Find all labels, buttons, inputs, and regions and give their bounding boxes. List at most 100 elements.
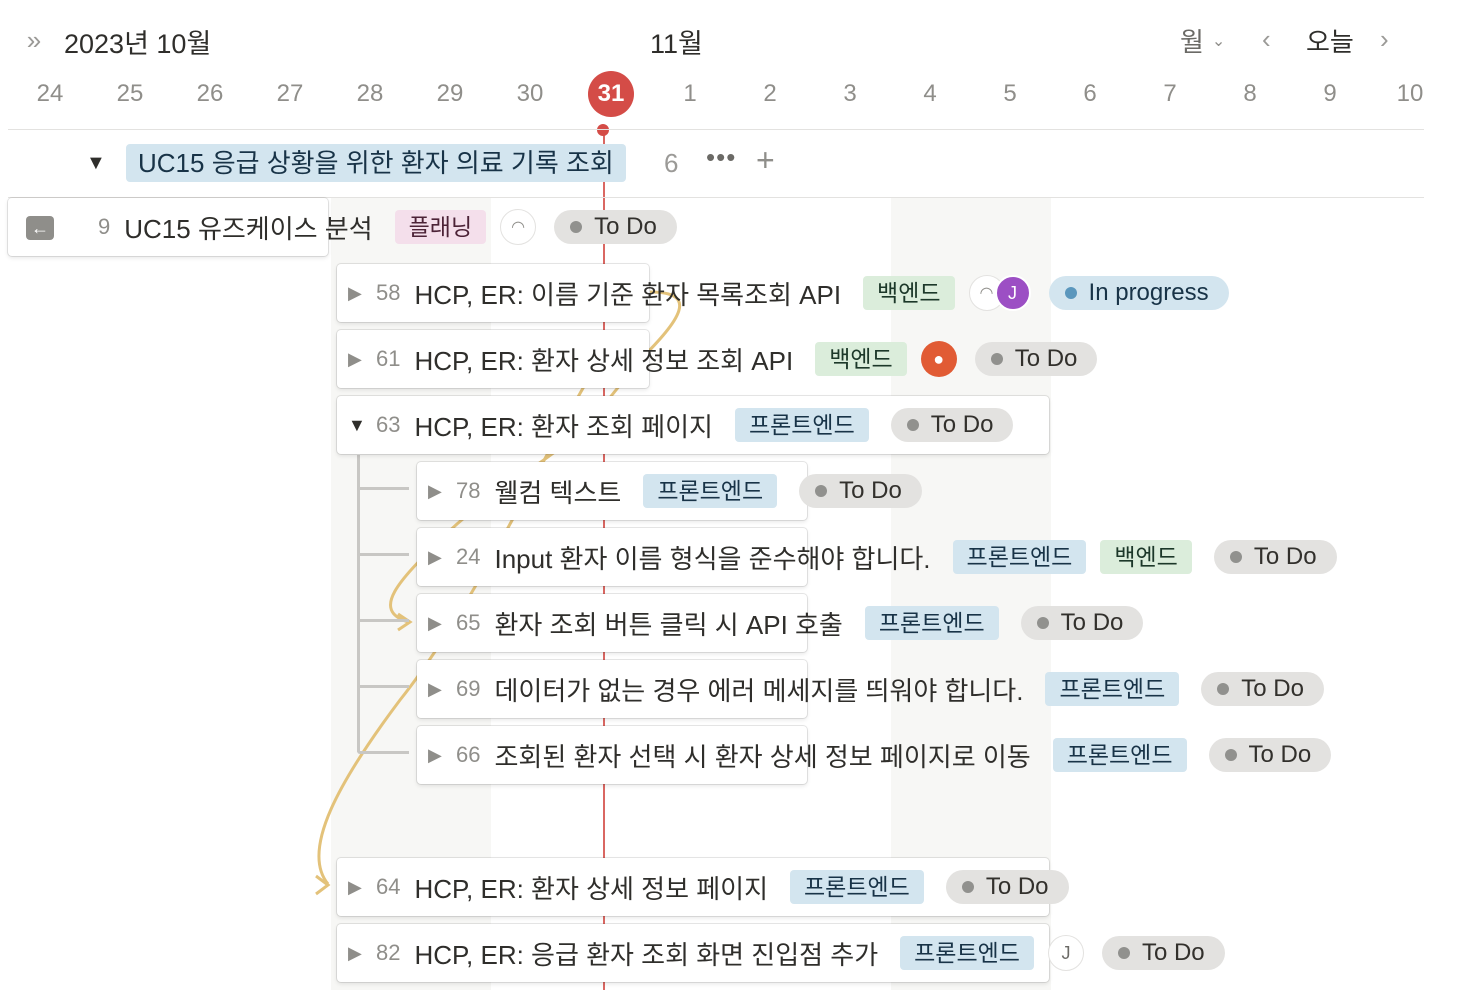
expand-triangle-icon[interactable]: ▶: [428, 745, 456, 766]
avatar: J: [994, 275, 1031, 311]
collapse-triangle-icon[interactable]: ▼: [348, 415, 376, 436]
task-number: 65: [456, 610, 481, 635]
task-title: Input 환자 이름 형식을 준수해야 합니다.: [494, 543, 931, 574]
task-row[interactable]: 9 UC15 유즈케이스 분석 플래닝 ◠ To Do: [98, 207, 677, 247]
dependency-arrowhead: [315, 874, 331, 896]
tag-frontend: 프론트엔드: [1052, 738, 1187, 772]
task-title: HCP, ER: 환자 상세 정보 조회 API: [414, 345, 794, 376]
task-number: 69: [456, 676, 481, 701]
back-arrow-icon[interactable]: ←: [26, 216, 54, 240]
tag-frontend: 프론트엔드: [734, 408, 869, 442]
task-title: HCP, ER: 환자 조회 페이지: [414, 411, 713, 442]
task-title: HCP, ER: 환자 상세 정보 페이지: [414, 873, 768, 904]
user-avatar-icon: ●: [920, 341, 957, 377]
task-row[interactable]: ▶ 65 환자 조회 버튼 클릭 시 API 호출 프론트엔드 To Do: [428, 603, 1144, 643]
status-badge[interactable]: To Do: [974, 342, 1098, 376]
task-title: UC15 유즈케이스 분석: [124, 213, 373, 244]
status-badge[interactable]: To Do: [890, 408, 1014, 442]
tag-frontend: 프론트엔드: [643, 474, 778, 508]
status-label: In progress: [1088, 279, 1209, 306]
avatar: J: [1047, 935, 1084, 971]
tag-frontend: 프론트엔드: [790, 870, 924, 904]
tag-backend: 백엔드: [863, 276, 955, 310]
status-badge[interactable]: To Do: [1020, 606, 1144, 640]
task-row[interactable]: ▶ 61 HCP, ER: 환자 상세 정보 조회 API 백엔드 ● To D…: [348, 339, 1098, 379]
tag-frontend: 프론트엔드: [1045, 672, 1180, 706]
status-dot-icon: [1036, 617, 1049, 629]
task-number: 64: [376, 874, 401, 899]
status-badge[interactable]: To Do: [1208, 738, 1332, 772]
task-number: 9: [98, 214, 111, 239]
task-title: HCP, ER: 응급 환자 조회 화면 진입점 추가: [414, 939, 879, 970]
status-dot-icon: [1064, 287, 1077, 299]
task-title: 데이터가 없는 경우 에러 메세지를 띄워야 합니다.: [494, 675, 1024, 706]
task-number: 63: [376, 412, 401, 437]
task-row[interactable]: ▶ 64 HCP, ER: 환자 상세 정보 페이지 프론트엔드 To Do: [348, 867, 1069, 907]
expand-triangle-icon[interactable]: ▶: [428, 547, 456, 568]
status-label: To Do: [930, 411, 994, 438]
task-row[interactable]: ▶ 78 웰컴 텍스트 프론트엔드 To Do: [428, 471, 922, 511]
status-dot-icon: [815, 485, 828, 497]
status-label: To Do: [1141, 939, 1205, 966]
task-row[interactable]: ▶ 69 데이터가 없는 경우 에러 메세지를 띄워야 합니다. 프론트엔드 T…: [428, 669, 1324, 709]
expand-triangle-icon[interactable]: ▶: [428, 679, 456, 700]
status-badge[interactable]: To Do: [1213, 540, 1337, 574]
task-number: 82: [376, 940, 401, 965]
task-number: 66: [456, 742, 481, 767]
expand-triangle-icon[interactable]: ▶: [348, 283, 376, 304]
expand-triangle-icon[interactable]: ▶: [428, 613, 456, 634]
status-badge[interactable]: In progress: [1048, 276, 1229, 310]
status-dot-icon: [1217, 683, 1230, 695]
subtask-tree-branch: [357, 751, 409, 754]
task-row[interactable]: ▶ 66 조회된 환자 선택 시 환자 상세 정보 페이지로 이동 프론트엔드 …: [428, 735, 1332, 775]
task-row[interactable]: ▶ 24 Input 환자 이름 형식을 준수해야 합니다. 프론트엔드 백엔드…: [428, 537, 1337, 577]
tag-frontend: 프론트엔드: [864, 606, 999, 640]
task-row[interactable]: ▼ 63 HCP, ER: 환자 조회 페이지 프론트엔드 To Do: [348, 405, 1014, 445]
subtask-tree-branch: [357, 553, 409, 556]
status-badge[interactable]: To Do: [1201, 672, 1324, 706]
status-badge[interactable]: To Do: [1101, 936, 1225, 970]
status-label: To Do: [1014, 345, 1078, 372]
status-badge[interactable]: To Do: [945, 870, 1069, 904]
status-label: To Do: [985, 873, 1049, 900]
status-dot-icon: [990, 353, 1003, 365]
status-dot-icon: [570, 221, 583, 233]
task-number: 61: [376, 346, 401, 371]
task-title: 웰컴 텍스트: [494, 477, 622, 508]
tag-planning: 플래닝: [394, 210, 487, 244]
status-dot-icon: [906, 419, 919, 431]
subtask-tree-branch: [357, 487, 409, 490]
status-label: To Do: [594, 213, 657, 240]
status-badge[interactable]: To Do: [799, 474, 922, 508]
status-label: To Do: [1248, 741, 1312, 768]
expand-triangle-icon[interactable]: ▶: [348, 943, 376, 964]
expand-triangle-icon[interactable]: ▶: [348, 349, 376, 370]
tag-frontend: 프론트엔드: [952, 540, 1087, 574]
status-dot-icon: [1117, 947, 1130, 959]
task-title: 조회된 환자 선택 시 환자 상세 정보 페이지로 이동: [494, 741, 1031, 772]
status-label: To Do: [1060, 609, 1124, 636]
task-title: 환자 조회 버튼 클릭 시 API 호출: [494, 609, 843, 640]
status-dot-icon: [1229, 551, 1242, 563]
task-row[interactable]: ▶ 82 HCP, ER: 응급 환자 조회 화면 진입점 추가 프론트엔드 J…: [348, 933, 1225, 973]
expand-triangle-icon[interactable]: ▶: [348, 877, 376, 898]
task-row[interactable]: ▶ 58 HCP, ER: 이름 기준 환자 목록조회 API 백엔드 ◠ J …: [348, 273, 1229, 313]
expand-triangle-icon[interactable]: ▶: [428, 481, 456, 502]
subtask-tree-branch: [357, 619, 409, 622]
status-label: To Do: [1253, 543, 1317, 570]
subtask-tree-line: [357, 455, 360, 752]
tag-frontend: 프론트엔드: [900, 936, 1034, 970]
status-dot-icon: [961, 881, 974, 893]
status-label: To Do: [839, 477, 902, 504]
task-title: HCP, ER: 이름 기준 환자 목록조회 API: [414, 279, 842, 310]
status-label: To Do: [1241, 675, 1304, 702]
subtask-tree-branch: [357, 685, 409, 688]
tag-backend: 백엔드: [815, 342, 907, 376]
task-number: 78: [456, 478, 481, 503]
sketch-avatar: ◠: [500, 209, 537, 245]
status-badge[interactable]: To Do: [554, 210, 677, 244]
task-number: 24: [456, 544, 481, 569]
tag-backend: 백엔드: [1100, 540, 1192, 574]
status-dot-icon: [1224, 749, 1237, 761]
task-number: 58: [376, 280, 401, 305]
